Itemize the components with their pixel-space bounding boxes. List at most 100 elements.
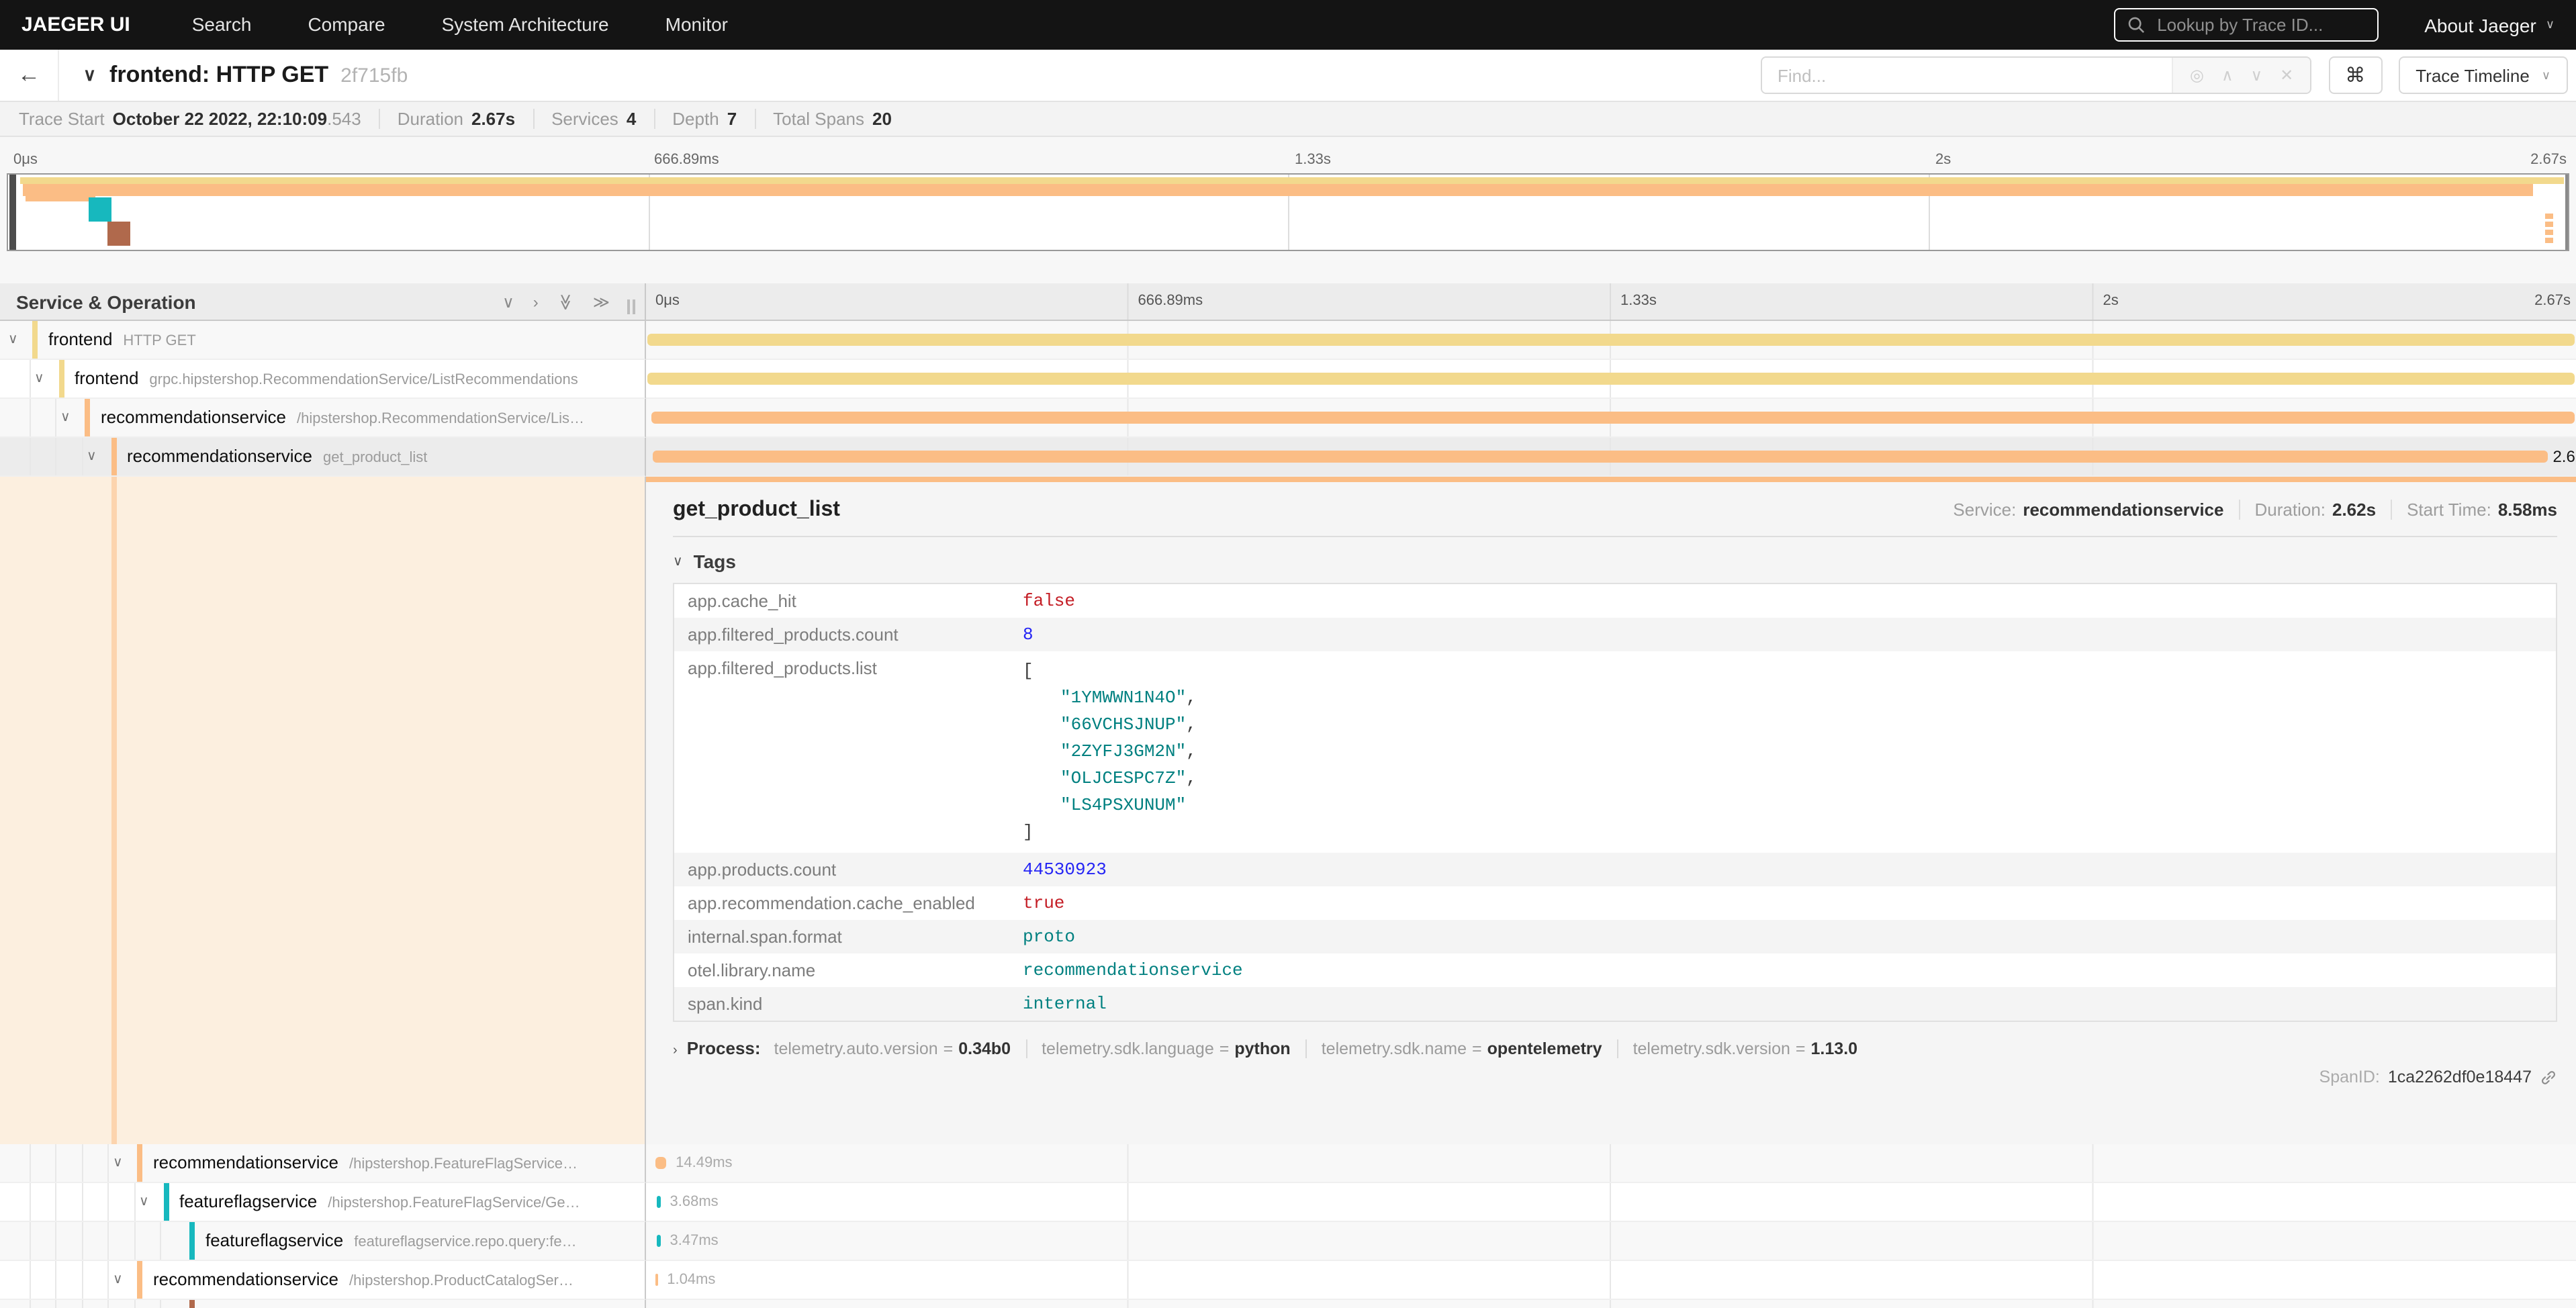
tags-section-toggle[interactable]: ∨ Tags [673, 551, 2557, 572]
span-bar[interactable] [648, 373, 2574, 385]
find-clear-icon[interactable]: ✕ [2280, 67, 2293, 83]
span-bar[interactable] [648, 334, 2574, 346]
span-row[interactable]: ∨recommendationserviceget_product_list2.… [0, 438, 2576, 477]
trace-collapse-chevron-icon[interactable]: ∨ [83, 64, 96, 86]
span-name-cell[interactable]: ∨frontendgrpc.hipstershop.Recommendation… [0, 360, 646, 399]
span-name-cell[interactable]: ∨recommendationserviceget_product_list [0, 438, 646, 477]
span-bar[interactable] [655, 1157, 666, 1169]
tag-row[interactable]: internal.span.formatproto [674, 920, 2557, 953]
span-color-accent [137, 1261, 142, 1299]
tag-row[interactable]: app.filtered_products.list["1YMWWN1N4O",… [674, 651, 2557, 853]
chevron-down-icon[interactable]: ∨ [113, 1272, 123, 1287]
nav-item-system-architecture[interactable]: System Architecture [442, 13, 609, 34]
tag-row[interactable]: span.kindinternal [674, 987, 2557, 1021]
tree-guide-line [29, 1144, 30, 1182]
nav-item-compare[interactable]: Compare [308, 13, 385, 34]
minimap-span-tail [2545, 222, 2553, 227]
tag-row[interactable]: app.filtered_products.count8 [674, 618, 2557, 651]
span-bar[interactable] [657, 1196, 661, 1208]
focus-target-icon[interactable]: ◎ [2190, 67, 2204, 83]
process-key: telemetry.sdk.name [1322, 1039, 1467, 1058]
span-timeline-cell[interactable]: 14.49ms [646, 1144, 2576, 1183]
span-row[interactable]: ∨recommendationservice/hipstershop.Featu… [0, 1144, 2576, 1183]
span-bar[interactable] [655, 1274, 658, 1286]
chevron-down-icon[interactable]: ∨ [34, 371, 44, 386]
app-logo[interactable]: JAEGER UI [21, 13, 130, 36]
about-jaeger-menu[interactable]: About Jaeger ∨ [2424, 14, 2555, 36]
span-timeline-cell[interactable]: 3.68ms [646, 1183, 2576, 1222]
span-bar[interactable] [652, 412, 2575, 424]
chevron-down-icon[interactable]: ∨ [8, 332, 18, 347]
collapse-one-icon[interactable]: ∨ [502, 293, 514, 310]
chevron-down-icon[interactable]: ∨ [60, 410, 71, 425]
nav-item-monitor[interactable]: Monitor [665, 13, 728, 34]
tree-guide-line [107, 1144, 109, 1182]
span-row[interactable]: ∨frontendgrpc.hipstershop.Recommendation… [0, 360, 2576, 399]
process-item: telemetry.auto.version=0.34b0 [774, 1039, 1011, 1058]
tree-guide-line [107, 1183, 109, 1221]
tag-row[interactable]: app.products.count44530923 [674, 853, 2557, 886]
find-input[interactable] [1763, 58, 2172, 93]
span-timeline-cell[interactable] [646, 360, 2576, 399]
tree-guide-line [134, 1300, 135, 1308]
process-section[interactable]: › Process: telemetry.auto.version=0.34b0… [673, 1038, 2557, 1058]
span-name-cell[interactable]: featureflagservicefeatureflagservice.rep… [0, 1222, 646, 1261]
span-color-accent [189, 1300, 195, 1308]
span-row[interactable] [0, 1300, 2576, 1308]
chevron-down-icon[interactable]: ∨ [87, 449, 97, 464]
column-resize-handle[interactable] [627, 299, 635, 314]
expand-one-icon[interactable]: › [533, 293, 539, 310]
chevron-down-icon[interactable]: ∨ [139, 1195, 149, 1209]
span-timeline-cell[interactable] [646, 321, 2576, 360]
span-row[interactable]: featureflagservicefeatureflagservice.rep… [0, 1222, 2576, 1261]
span-bar[interactable] [652, 451, 2547, 463]
tag-row[interactable]: otel.library.namerecommendationservice [674, 953, 2557, 987]
minimap-left-drag-handle[interactable] [9, 175, 16, 250]
keyboard-shortcuts-button[interactable]: ⌘ [2328, 56, 2382, 94]
summary-item: Total Spans20 [773, 109, 909, 129]
span-name-cell[interactable]: ∨recommendationservice/hipstershop.Recom… [0, 399, 646, 438]
span-row[interactable]: ∨recommendationservice/hipstershop.Recom… [0, 399, 2576, 438]
nav-item-search[interactable]: Search [192, 13, 252, 34]
span-rows-bottom: ∨recommendationservice/hipstershop.Featu… [0, 1144, 2576, 1308]
summary-item: Depth7 [672, 109, 755, 129]
span-name-cell[interactable]: ∨recommendationservice/hipstershop.Produ… [0, 1261, 646, 1300]
process-equals: = [944, 1039, 954, 1058]
span-row[interactable]: ∨featureflagservice/hipstershop.FeatureF… [0, 1183, 2576, 1222]
span-timeline-cell[interactable]: 2.62s [646, 438, 2576, 477]
tag-value: true [1009, 886, 2557, 920]
span-name-cell[interactable]: ∨frontendHTTP GET [0, 321, 646, 360]
operation-name: get_product_list [323, 450, 427, 466]
span-name-cell[interactable]: ∨recommendationservice/hipstershop.Featu… [0, 1144, 646, 1183]
trace-id-search[interactable] [2114, 8, 2379, 42]
span-row[interactable]: ∨recommendationservice/hipstershop.Produ… [0, 1261, 2576, 1300]
list-item-comma: , [1186, 768, 1197, 788]
find-next-icon[interactable]: ∨ [2251, 67, 2263, 83]
divider [673, 536, 2557, 537]
detail-meta-item: Duration:2.62s [2239, 500, 2377, 520]
tag-value-text: 8 [1023, 624, 1033, 645]
tag-row[interactable]: app.cache_hitfalse [674, 583, 2557, 618]
minimap-canvas[interactable] [7, 173, 2569, 251]
back-button[interactable]: ← [0, 50, 59, 101]
expand-all-icon[interactable]: ≫ [593, 293, 610, 310]
span-row[interactable]: ∨frontendHTTP GET [0, 321, 2576, 360]
span-timeline-cell[interactable] [646, 1300, 2576, 1308]
trace-id-search-input[interactable] [2154, 13, 2365, 36]
span-bar[interactable] [657, 1235, 660, 1247]
span-name-cell[interactable]: ∨featureflagservice/hipstershop.FeatureF… [0, 1183, 646, 1222]
span-timeline-cell[interactable]: 1.04ms [646, 1261, 2576, 1300]
chevron-down-icon[interactable]: ∨ [113, 1156, 123, 1170]
collapse-all-icon[interactable]: ≫ [557, 293, 573, 310]
tree-guide-line [29, 1222, 30, 1260]
trace-view-selector[interactable]: Trace Timeline ∨ [2398, 56, 2568, 94]
span-timeline-cell[interactable]: 3.47ms [646, 1222, 2576, 1261]
find-prev-icon[interactable]: ∧ [2221, 67, 2234, 83]
span-name-cell[interactable] [0, 1300, 646, 1308]
deep-link-icon[interactable] [2540, 1068, 2557, 1086]
minimap-right-drag-handle[interactable] [2565, 175, 2568, 250]
tree-guide-line [29, 1183, 30, 1221]
summary-label: Duration [398, 109, 463, 129]
span-timeline-cell[interactable] [646, 399, 2576, 438]
tag-row[interactable]: app.recommendation.cache_enabledtrue [674, 886, 2557, 920]
